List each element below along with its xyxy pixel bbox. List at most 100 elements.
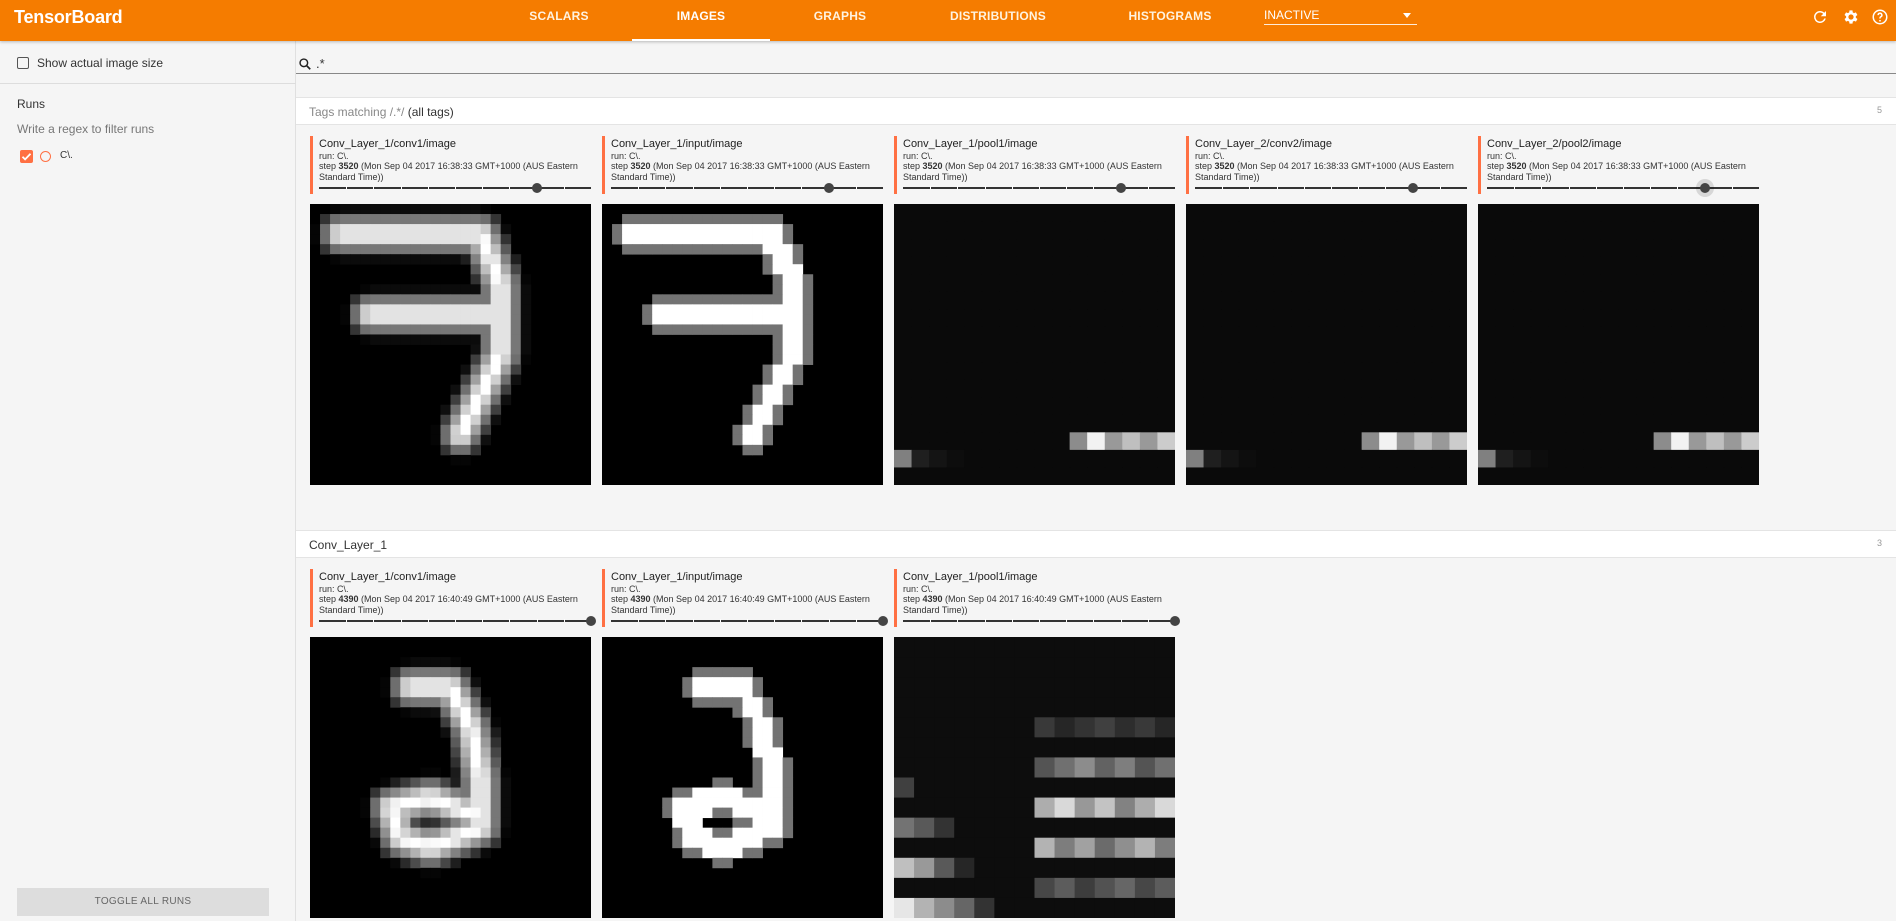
slider-tick	[1677, 186, 1679, 189]
image-card-header: Conv_Layer_2/pool2/image run: C\. step 352…	[1478, 136, 1759, 194]
slider-tick	[1331, 186, 1332, 189]
step-time: (Mon Sep 04 2017 16:38:33 GMT+1000 (AUS …	[611, 161, 870, 182]
summary-image[interactable]	[894, 637, 1175, 918]
slider-tick	[1120, 619, 1122, 622]
image-run-label: run: C\.	[903, 584, 933, 594]
tab-graphs[interactable]: GRAPHS	[800, 0, 880, 41]
slider-tick	[563, 619, 565, 622]
slider-tick	[692, 186, 694, 189]
slider-tick	[1066, 186, 1068, 189]
image-run-label: run: C\.	[319, 151, 349, 161]
slider-tick	[930, 186, 932, 189]
image-tag-title: Conv_Layer_1/pool1/image	[903, 138, 1038, 150]
slider-tick	[1222, 186, 1224, 189]
slider-knob[interactable]	[531, 183, 542, 193]
slider-tick	[665, 619, 667, 622]
slider-knob[interactable]	[1699, 183, 1710, 193]
step-slider[interactable]	[611, 616, 888, 626]
help-icon[interactable]	[1871, 8, 1889, 26]
step-label: step	[319, 161, 339, 171]
run-checkbox[interactable]	[20, 150, 33, 163]
slider-tick	[855, 619, 857, 622]
gear-icon[interactable]	[1842, 8, 1860, 26]
slider-knob[interactable]	[1115, 183, 1126, 193]
slider-tick	[855, 186, 857, 189]
step-slider[interactable]	[903, 183, 1175, 193]
summary-image[interactable]	[602, 637, 883, 918]
step-time: (Mon Sep 04 2017 16:40:49 GMT+1000 (AUS …	[903, 594, 1162, 615]
slider-tick	[801, 186, 803, 189]
image-pixels	[310, 204, 532, 466]
summary-image[interactable]	[310, 637, 591, 918]
tab-histograms[interactable]: HISTOGRAMS	[1118, 0, 1222, 41]
image-pixels	[894, 204, 1175, 485]
slider-tick	[1066, 619, 1068, 622]
slider-knob[interactable]	[823, 183, 834, 193]
slider-tick	[373, 619, 375, 622]
image-card-header: Conv_Layer_1/conv1/image run: C\. step 439…	[310, 569, 591, 627]
slider-tick	[1011, 186, 1013, 189]
slider-tick	[692, 619, 694, 622]
step-slider[interactable]	[903, 616, 1180, 626]
image-step-info: step 4390 (Mon Sep 04 2017 16:40:49 GMT+…	[903, 594, 1175, 616]
step-slider[interactable]	[319, 183, 591, 193]
step-label: step	[903, 161, 923, 171]
slider-knob[interactable]	[878, 616, 888, 626]
summary-image[interactable]	[894, 204, 1175, 485]
tab-scalars[interactable]: SCALARS	[522, 0, 596, 41]
image-tag-title: Conv_Layer_1/conv1/image	[319, 138, 456, 150]
slider-tick	[774, 186, 776, 189]
show-actual-size-checkbox[interactable]	[17, 57, 29, 69]
slider-knob[interactable]	[586, 616, 596, 626]
pane-title: Tags matching /.*/ (all tags)	[309, 105, 454, 119]
slider-tick	[638, 186, 640, 189]
run-color-dot	[40, 151, 51, 162]
step-label: step	[1195, 161, 1215, 171]
step-slider[interactable]	[1487, 183, 1759, 193]
slider-tick	[719, 186, 721, 189]
slider-tick	[509, 619, 511, 622]
slider-tick	[828, 619, 830, 622]
step-slider[interactable]	[611, 183, 883, 193]
slider-tick	[1303, 186, 1305, 189]
inactive-dashboards-select[interactable]: INACTIVE	[1264, 6, 1417, 25]
slider-tick	[1249, 186, 1251, 189]
image-tag-title: Conv_Layer_1/pool1/image	[903, 571, 1038, 583]
summary-image[interactable]	[602, 204, 883, 485]
summary-image[interactable]	[310, 204, 591, 485]
run-filter-input[interactable]: Write a regex to filter runs	[17, 122, 154, 136]
summary-image[interactable]	[1478, 204, 1759, 485]
sidebar-divider	[0, 83, 296, 84]
step-slider[interactable]	[1195, 183, 1467, 193]
refresh-icon[interactable]	[1811, 8, 1829, 26]
summary-image[interactable]	[1186, 204, 1467, 485]
run-item[interactable]: C\.	[20, 149, 140, 165]
step-slider[interactable]	[319, 616, 596, 626]
slider-tick	[1011, 619, 1013, 622]
tab-distributions[interactable]: DISTRIBUTIONS	[940, 0, 1056, 41]
slider-knob[interactable]	[1407, 183, 1418, 193]
tab-images[interactable]: IMAGES	[632, 0, 770, 41]
step-value: 3520	[1506, 161, 1527, 171]
step-time: (Mon Sep 04 2017 16:40:49 GMT+1000 (AUS …	[319, 594, 578, 615]
slider-tick	[482, 619, 484, 622]
slider-tick	[509, 186, 511, 189]
image-tag-title: Conv_Layer_2/conv2/image	[1195, 138, 1332, 150]
toggle-all-runs-button[interactable]: TOGGLE ALL RUNS	[17, 888, 269, 916]
image-step-info: step 3520 (Mon Sep 04 2017 16:38:33 GMT+…	[611, 161, 883, 183]
pane-header-conv-layer-1[interactable]: Conv_Layer_1 3	[296, 530, 1896, 558]
search-input[interactable]: .*	[316, 56, 325, 71]
step-time: (Mon Sep 04 2017 16:38:33 GMT+1000 (AUS …	[1487, 161, 1746, 182]
image-card-header: Conv_Layer_1/conv1/image run: C\. step 352…	[310, 136, 591, 194]
image-card-header: Conv_Layer_1/pool1/image run: C\. step 352…	[894, 136, 1175, 194]
image-step-info: step 3520 (Mon Sep 04 2017 16:38:33 GMT+…	[319, 161, 591, 183]
pane-count: 5	[1876, 105, 1882, 115]
step-time: (Mon Sep 04 2017 16:38:33 GMT+1000 (AUS …	[903, 161, 1162, 182]
slider-tick	[957, 186, 959, 189]
slider-knob[interactable]	[1170, 616, 1180, 626]
image-card-header: Conv_Layer_1/pool1/image run: C\. step 439…	[894, 569, 1175, 627]
pane-header-all-tags[interactable]: Tags matching /.*/ (all tags) 5	[296, 97, 1896, 125]
tag-search[interactable]: .*	[296, 54, 1896, 74]
slider-tick	[400, 619, 402, 622]
slider-tick	[1093, 186, 1095, 189]
